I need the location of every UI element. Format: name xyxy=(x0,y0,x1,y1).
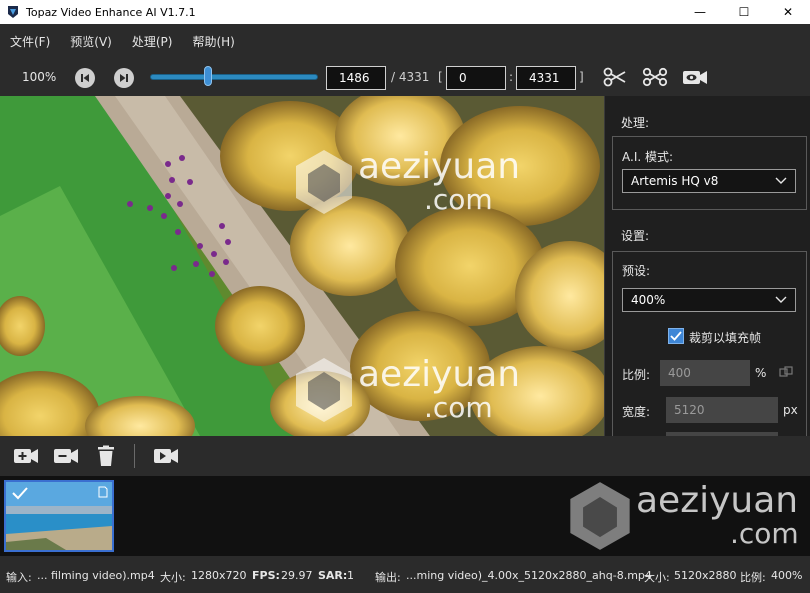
scale-label: 比例: xyxy=(622,368,651,382)
menu-preview[interactable]: 预览(V) xyxy=(70,33,112,50)
settings-panel: 处理: A.I. 模式: Artemis HQ v8 设置: 预设: 400% … xyxy=(604,96,810,436)
controls-divider xyxy=(134,444,135,468)
file-icon xyxy=(98,486,108,498)
range-start-input[interactable]: 0 xyxy=(446,66,506,90)
status-ratio-label: 比例: xyxy=(740,571,766,584)
window-title: Topaz Video Enhance AI V1.7.1 xyxy=(26,5,196,19)
menu-file[interactable]: 文件(F) xyxy=(10,33,50,50)
topaz-logo-icon xyxy=(8,6,18,18)
chevron-down-icon xyxy=(775,296,787,303)
close-button[interactable]: ✕ xyxy=(766,0,810,24)
width-label: 宽度: xyxy=(622,405,651,419)
watermark-domain: .com xyxy=(424,183,493,216)
status-input-file: ... filming video).mp4 xyxy=(37,569,155,582)
checkmark-icon xyxy=(670,331,682,341)
status-fps-label: FPS: xyxy=(252,569,280,582)
status-output-file: ...ming video)_4.00x_5120x2880_ahq-8.mp4 xyxy=(406,569,652,582)
timeline-slider-handle[interactable] xyxy=(203,66,212,86)
ai-mode-value: Artemis HQ v8 xyxy=(631,174,719,188)
status-input-size-label: 大小: xyxy=(160,571,186,584)
chevron-down-icon xyxy=(775,177,787,184)
scale-unit: % xyxy=(755,366,767,380)
settings-group: 预设: 400% 裁剪以填充帧 比例: 400 % 宽度: 5120 px xyxy=(612,251,807,436)
status-sar: 1 xyxy=(347,569,354,582)
crop-fill-label: 裁剪以填充帧 xyxy=(689,331,762,345)
watermark-brand: aeziyuan xyxy=(358,146,521,187)
watermark-brand: aeziyuan xyxy=(358,354,521,395)
add-video-icon[interactable] xyxy=(13,445,39,467)
camera-eye-icon[interactable] xyxy=(682,66,708,88)
current-frame-input[interactable]: 1486 xyxy=(326,66,386,90)
ai-mode-select[interactable]: Artemis HQ v8 xyxy=(622,169,796,193)
status-output-size-label: 大小: xyxy=(644,571,670,584)
status-output-size: 5120x2880 xyxy=(674,569,737,582)
scale-input[interactable]: 400 xyxy=(660,360,750,386)
status-sar-label: SAR: xyxy=(318,569,348,582)
trash-icon[interactable] xyxy=(93,445,119,467)
watermark-domain: .com xyxy=(424,391,493,424)
link-aspect-icon[interactable] xyxy=(779,366,793,378)
total-frames: / 4331 xyxy=(391,70,430,84)
watermark-logo-icon xyxy=(570,482,630,550)
skip-back-button[interactable] xyxy=(75,68,95,88)
watermark-top: aeziyuan .com xyxy=(292,148,520,216)
clip-list: aeziyuan .com xyxy=(0,476,810,556)
preset-value: 400% xyxy=(631,293,666,307)
menu-help[interactable]: 帮助(H) xyxy=(192,33,234,50)
status-fps: 29.97 xyxy=(281,569,313,582)
ai-mode-label: A.I. 模式: xyxy=(622,150,674,164)
title-bar: Topaz Video Enhance AI V1.7.1 — ☐ ✕ xyxy=(0,0,810,24)
maximize-button[interactable]: ☐ xyxy=(722,0,766,24)
menu-bar: 文件(F) 预览(V) 处理(P) 帮助(H) xyxy=(0,24,810,58)
watermark-bottom: aeziyuan .com xyxy=(292,356,520,424)
video-preview[interactable]: aeziyuan .com aeziyuan .com xyxy=(0,96,604,436)
clip-thumbnail[interactable] xyxy=(4,480,114,552)
status-ratio: 400% xyxy=(771,569,803,582)
crop-fill-checkbox[interactable] xyxy=(668,328,684,344)
checkmark-icon[interactable] xyxy=(12,486,28,500)
width-input[interactable]: 5120 xyxy=(666,397,778,423)
process-label: 处理: xyxy=(621,116,650,130)
status-output-label: 输出: xyxy=(375,571,401,584)
scissors-icon[interactable] xyxy=(602,66,628,88)
preset-select[interactable]: 400% xyxy=(622,288,796,312)
watermark-brand: aeziyuan xyxy=(636,480,799,521)
skip-forward-button[interactable] xyxy=(114,68,134,88)
watermark-domain: .com xyxy=(730,517,799,550)
timeline-slider[interactable] xyxy=(150,74,318,80)
clip-controls xyxy=(0,436,810,476)
zoom-level[interactable]: 100% xyxy=(22,70,56,84)
status-input-label: 输入: xyxy=(6,571,32,584)
skip-back-icon xyxy=(81,74,89,82)
range-open-bracket: [ xyxy=(438,70,443,84)
skip-forward-icon xyxy=(120,74,128,82)
preset-label: 预设: xyxy=(622,264,651,278)
range-colon: : xyxy=(509,70,514,84)
menu-process[interactable]: 处理(P) xyxy=(132,33,173,50)
range-end-input[interactable]: 4331 xyxy=(516,66,576,90)
split-scissors-icon[interactable] xyxy=(642,66,668,88)
toolbar: 100% 1486 / 4331 [ 0 : 4331 ] xyxy=(0,58,810,96)
watermark-logo-icon xyxy=(296,150,352,214)
play-video-icon[interactable] xyxy=(153,445,179,467)
remove-video-icon[interactable] xyxy=(53,445,79,467)
watermark-filmstrip: aeziyuan .com xyxy=(566,480,799,552)
status-bar: 输入: ... filming video).mp4 大小: 1280x720 … xyxy=(0,556,810,593)
watermark-logo-icon xyxy=(296,358,352,422)
ai-mode-group: A.I. 模式: Artemis HQ v8 xyxy=(612,136,807,210)
range-close-bracket: ] xyxy=(579,70,584,84)
status-input-size: 1280x720 xyxy=(191,569,247,582)
minimize-button[interactable]: — xyxy=(678,0,722,24)
settings-label: 设置: xyxy=(621,229,650,243)
width-unit: px xyxy=(783,403,798,417)
